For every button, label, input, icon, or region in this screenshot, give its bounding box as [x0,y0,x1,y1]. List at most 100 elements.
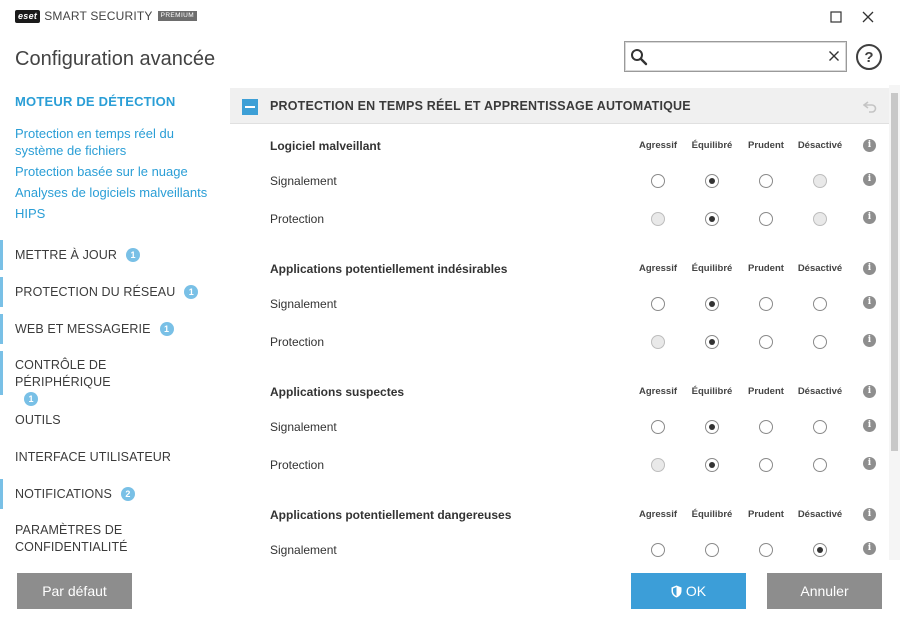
column-header: Équilibré [691,140,733,151]
info-icon[interactable]: i [863,385,876,398]
info-icon[interactable]: i [863,139,876,152]
sidebar-item-device-control[interactable]: CONTRÔLE DE PÉRIPHÉRIQUE 1 [0,351,230,406]
search-input[interactable] [653,46,818,67]
row-label: Signalement [270,543,337,557]
default-button-label: Par défaut [42,583,107,599]
level-radio[interactable] [813,335,827,349]
level-radio[interactable] [651,174,665,188]
sidebar-item-label: METTRE À JOUR [15,248,117,262]
level-radio[interactable] [813,543,827,557]
scrollbar-thumb[interactable] [891,93,898,451]
sidebar-item-label: INTERFACE UTILISATEUR [15,450,172,464]
sidebar-item-tools[interactable]: OUTILS [0,405,230,435]
close-icon [862,11,874,23]
sidebar-item-update[interactable]: METTRE À JOUR 1 [0,240,230,270]
section-header[interactable]: PROTECTION EN TEMPS RÉEL ET APPRENTISSAG… [230,88,889,124]
row-label: Protection [270,458,325,472]
shield-icon [671,585,682,597]
level-radio [651,335,665,349]
sidebar-item-notifications[interactable]: NOTIFICATIONS 2 [0,479,230,509]
level-radio[interactable] [705,297,719,311]
sidebar-item-label: CONTRÔLE DE PÉRIPHÉRIQUE [15,358,111,389]
group-title-unsafe: Applications potentiellement dangereuses [270,508,512,522]
help-button[interactable]: ? [856,44,882,70]
column-header: Prudent [748,140,784,151]
sidebar-link-malware-scans[interactable]: Analyses de logiciels malveillants [15,184,207,201]
info-icon[interactable]: i [863,508,876,521]
level-radio[interactable] [705,174,719,188]
level-radio[interactable] [759,212,773,226]
level-radio[interactable] [651,543,665,557]
level-radio[interactable] [759,543,773,557]
sidebar-item-marker [0,277,3,307]
info-icon[interactable]: i [863,173,876,186]
default-button[interactable]: Par défaut [17,573,132,609]
level-radio [813,212,827,226]
level-radio [651,212,665,226]
sidebar-item-detection-engine[interactable]: MOTEUR DE DÉTECTION [15,94,176,109]
info-icon[interactable]: i [863,457,876,470]
level-radio[interactable] [813,297,827,311]
scrollbar[interactable] [889,85,900,560]
column-header: Équilibré [691,386,733,397]
sidebar-item-privacy-settings[interactable]: PARAMÈTRES DE CONFIDENTIALITÉ [0,516,230,560]
sidebar-link-cloud-protection[interactable]: Protection basée sur le nuage [15,163,188,180]
collapse-icon[interactable] [242,99,258,115]
close-button[interactable] [858,7,878,27]
brand: eset SMART SECURITY PREMIUM [15,9,198,23]
level-radio[interactable] [759,174,773,188]
level-radio[interactable] [759,420,773,434]
level-radio[interactable] [705,212,719,226]
level-radio[interactable] [705,543,719,557]
level-radio[interactable] [759,297,773,311]
level-radio[interactable] [759,335,773,349]
row-label: Signalement [270,420,337,434]
level-radio[interactable] [705,420,719,434]
sidebar-link-realtime-protection[interactable]: Protection en temps réel du système de f… [15,125,205,159]
group-title-suspicious: Applications suspectes [270,385,405,399]
page-title: Configuration avancée [15,48,216,70]
section-title: PROTECTION EN TEMPS RÉEL ET APPRENTISSAG… [270,99,691,113]
group-title-malware: Logiciel malveillant [270,139,381,153]
level-radio[interactable] [651,297,665,311]
info-icon[interactable]: i [863,211,876,224]
cancel-button-label: Annuler [800,583,849,599]
product-tier: PREMIUM [157,11,198,21]
revert-icon[interactable] [862,100,877,118]
info-icon[interactable]: i [863,334,876,347]
sidebar-item-label: PROTECTION DU RÉSEAU [15,285,176,299]
maximize-button[interactable] [826,7,846,27]
info-icon[interactable]: i [863,419,876,432]
column-header: Agressif [638,386,677,397]
level-radio[interactable] [705,458,719,472]
sidebar-item-web-and-email[interactable]: WEB ET MESSAGERIE 1 [0,314,230,344]
level-radio[interactable] [759,458,773,472]
sidebar-item-marker [0,479,3,509]
info-icon[interactable]: i [863,542,876,555]
sidebar-item-label: NOTIFICATIONS [15,487,112,501]
ok-button[interactable]: OK [631,573,746,609]
cancel-button[interactable]: Annuler [767,573,882,609]
level-radio [651,458,665,472]
search-box[interactable] [624,41,847,72]
notification-badge: 1 [184,285,199,299]
info-icon[interactable]: i [863,296,876,309]
level-radio[interactable] [705,335,719,349]
level-radio[interactable] [813,420,827,434]
sidebar-item-user-interface[interactable]: INTERFACE UTILISATEUR [0,442,230,472]
level-radio[interactable] [813,458,827,472]
ok-button-label: OK [685,583,707,599]
column-header: Prudent [748,386,784,397]
sidebar-item-network-protection[interactable]: PROTECTION DU RÉSEAU 1 [0,277,230,307]
column-header: Prudent [748,263,784,274]
column-header: Agressif [638,509,677,520]
row-label: Signalement [270,174,337,188]
info-icon[interactable]: i [863,262,876,275]
sidebar-link-hips[interactable]: HIPS [15,205,45,222]
column-header: Agressif [638,263,677,274]
sidebar-item-marker [0,240,3,270]
clear-search-icon[interactable] [828,49,840,67]
level-radio[interactable] [651,420,665,434]
notification-badge: 1 [159,322,174,336]
sidebar-item-label: PARAMÈTRES DE CONFIDENTIALITÉ [15,523,128,554]
